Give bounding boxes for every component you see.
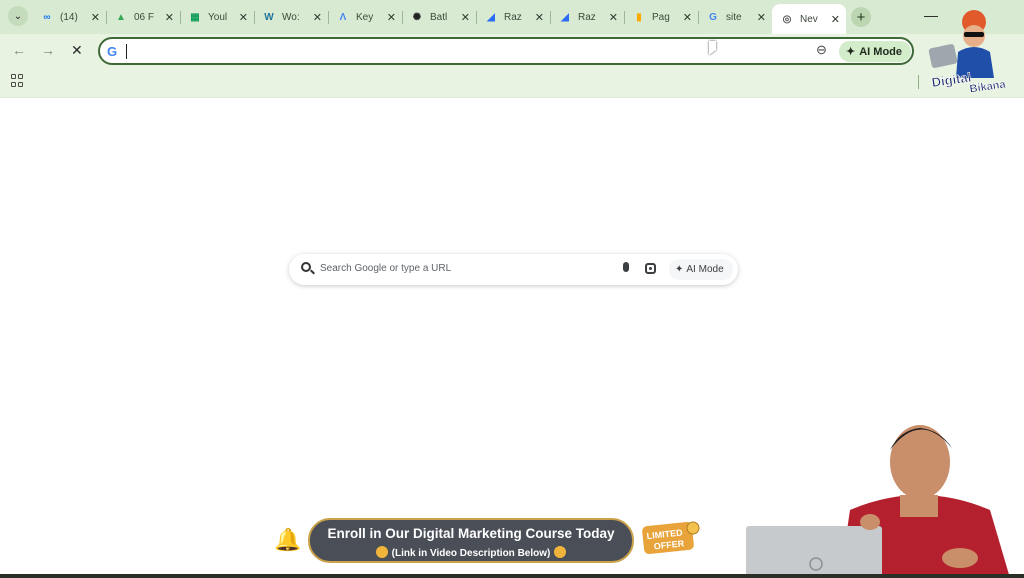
google-icon: G [107,44,118,59]
logo-text: Digital Bikana [930,69,1007,94]
tab-6[interactable]: ◢ Raz ✕ [476,4,550,30]
analytics-icon: ▮ [636,11,642,23]
apps-grid-icon[interactable] [11,74,24,87]
tab-title: (14) [60,11,78,23]
tab-3[interactable]: W Wo: ✕ [254,4,328,30]
close-tab-icon[interactable]: ✕ [461,11,470,24]
tab-title: Nev [800,13,818,25]
tab-7[interactable]: ◢ Raz ✕ [550,4,624,30]
ntp-ai-mode-button[interactable]: ✦ AI Mode [669,259,733,280]
promo-banner: Enroll in Our Digital Marketing Course T… [308,518,634,563]
video-bottom-edge [0,574,1024,578]
address-bar[interactable]: G ⊖ ✦ AI Mode [98,37,914,65]
text-caret [126,44,127,59]
tab-2[interactable]: ▦ Youl ✕ [180,4,254,30]
ai-search-icon: ✦ [675,264,684,275]
chatgpt-icon: ✺ [412,11,422,23]
arrow-down-icon [554,546,567,558]
tab-9[interactable]: Gsite ✕ [698,4,772,30]
bell-icon: 🔔 [274,527,302,552]
forward-button[interactable]: → [41,42,55,58]
search-icon [301,262,311,272]
close-tab-icon[interactable]: ✕ [239,11,248,24]
tab-title: Key [356,11,374,23]
tab-list: ∞ (14) ✕ ▲ 06 F ✕ ▦ Youl ✕ W Wo: ✕ Λ Key ✕ ✺ Batl ✕ ◢ Raz ✕ ◢… [32,4,846,34]
google-lens-icon[interactable] [645,263,656,274]
wordpress-icon: W [264,11,274,23]
ai-search-icon: ✦ [846,46,856,58]
svg-text:Digital: Digital [931,70,972,90]
razorpay-icon: ◢ [487,11,495,23]
ntp-search-box[interactable]: Search Google or type a URL ✦ AI Mode [289,254,738,285]
tab-strip: ⌄ ∞ (14) ✕ ▲ 06 F ✕ ▦ Youl ✕ W Wo: ✕ Λ Key ✕ ✺ Batl ✕ ◢ Raz… [0,0,1024,34]
google-icon: G [709,11,717,23]
tab-title: Batl [430,11,448,23]
chrome-newtab-icon: ◎ [782,13,792,25]
tab-8[interactable]: ▮ Pag ✕ [624,4,698,30]
close-tab-icon[interactable]: ✕ [165,11,174,24]
tab-title: Raz [578,11,596,23]
ntp-ai-mode-label: AI Mode [686,264,724,275]
google-sheets-icon: ▦ [190,11,200,23]
svg-text:Bikana: Bikana [969,78,1007,94]
close-tab-icon[interactable]: ✕ [757,11,766,24]
back-button[interactable]: ← [12,42,26,58]
tab-title: 06 F [134,11,155,23]
omnibox-ai-mode-button[interactable]: ✦ AI Mode [839,41,911,62]
tab-10[interactable]: ◎ Nev ✕ [772,4,846,34]
tab-title: site [726,11,742,23]
tab-5[interactable]: ✺ Batl ✕ [402,4,476,30]
chevron-down-icon: ⌄ [13,10,23,22]
google-ads-icon: Λ [339,11,347,23]
channel-logo: Digital Bikana [928,10,1007,94]
tab-title: Pag [652,11,670,23]
close-tab-icon[interactable]: ✕ [535,11,544,24]
presenter-video-overlay [746,425,1010,578]
promo-headline: Enroll in Our Digital Marketing Course T… [327,526,615,541]
close-tab-icon[interactable]: ✕ [609,11,618,24]
tab-1[interactable]: ▲ 06 F ✕ [106,4,180,30]
meta-icon: ∞ [43,11,51,23]
plus-icon: + [856,8,866,26]
razorpay-icon: ◢ [561,11,569,23]
tab-title: Youl [208,11,228,23]
tab-0[interactable]: ∞ (14) ✕ [32,4,106,30]
tab-4[interactable]: Λ Key ✕ [328,4,402,30]
limited-offer-badge: LIMITED OFFER [642,521,700,555]
arrow-down-icon [375,546,388,558]
bookmarks-bar [0,68,1024,98]
close-tab-icon[interactable]: ✕ [683,11,692,24]
ntp-search-placeholder: Search Google or type a URL [320,263,452,274]
stop-loading-button[interactable]: ✕ [71,42,83,59]
browser-toolbar: ← → ✕ G ⊖ ✦ AI Mode [0,34,1024,68]
tab-title: Raz [504,11,522,23]
google-drive-icon: ▲ [116,11,126,23]
microphone-icon[interactable] [623,262,629,272]
tab-search-dropdown[interactable]: ⌄ [8,6,28,26]
close-tab-icon[interactable]: ✕ [831,13,840,26]
close-tab-icon[interactable]: ✕ [313,11,322,24]
promo-subline: (Link in Video Description Below) [310,546,632,559]
ai-mode-label: AI Mode [859,45,902,58]
new-tab-button[interactable]: + [851,7,871,27]
close-tab-icon[interactable]: ✕ [91,11,100,24]
bookmarks-separator [918,75,919,89]
mouse-cursor-icon [709,41,716,55]
zoom-icon[interactable]: ⊖ [816,42,827,58]
close-tab-icon[interactable]: ✕ [387,11,396,24]
tab-title: Wo: [282,11,300,23]
